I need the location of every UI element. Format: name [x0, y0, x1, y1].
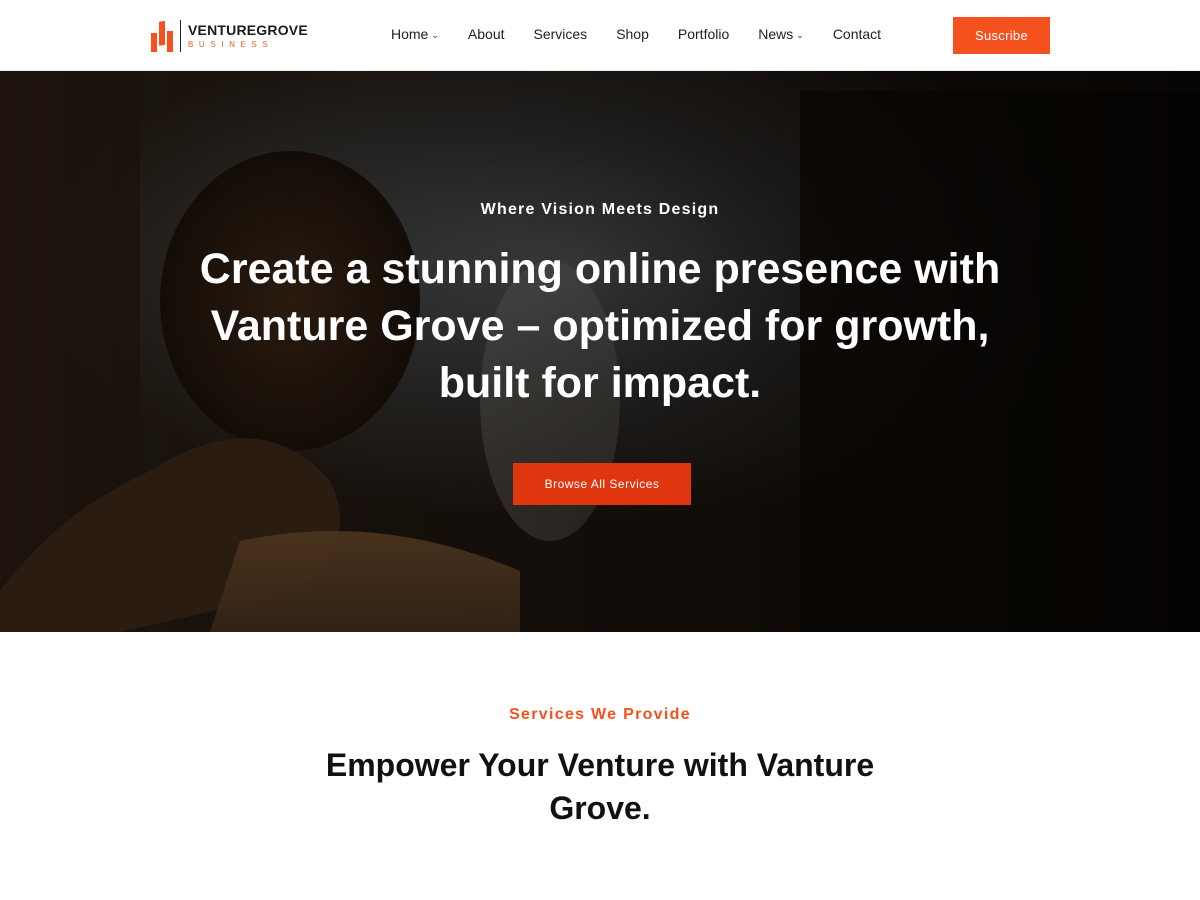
services-eyebrow: Services We Provide	[509, 706, 691, 723]
browse-services-button[interactable]: Browse All Services	[513, 463, 691, 505]
nav-item-contact[interactable]: Contact	[833, 26, 881, 42]
nav-item-news[interactable]: News ⌄	[758, 26, 804, 42]
subscribe-button[interactable]: Suscribe	[953, 17, 1050, 54]
hero-title: Create a stunning online presence with V…	[199, 245, 1001, 407]
logo-text: VENTUREGROVE BUSINESS	[188, 23, 308, 49]
nav-item-home[interactable]: Home ⌄	[391, 26, 439, 42]
nav-item-label: Services	[533, 26, 588, 42]
chevron-down-icon: ⌄	[431, 29, 439, 40]
nav-item-portfolio[interactable]: Portfolio	[678, 26, 729, 42]
nav-item-label: Portfolio	[677, 26, 730, 42]
nav-item-label: Contact	[832, 26, 882, 42]
brand-logo[interactable]: VENTUREGROVE BUSINESS	[150, 17, 308, 55]
nav-item-label: About	[467, 26, 505, 42]
logo-divider	[180, 20, 181, 52]
nav-item-services[interactable]: Services	[534, 26, 588, 42]
hero-section: Where Vision Meets Design Create a stunn…	[0, 71, 1200, 632]
bar-chart-logo-icon	[151, 20, 173, 52]
chevron-down-icon: ⌄	[796, 29, 804, 40]
nav-item-label: News	[758, 26, 794, 42]
nav-item-label: Home	[391, 26, 429, 42]
brand-name: VENTUREGROVE	[188, 22, 308, 38]
nav-item-about[interactable]: About	[468, 26, 505, 42]
hero-eyebrow: Where Vision Meets Design	[480, 201, 720, 218]
main-nav: Home ⌄ About Services Shop Portfolio New…	[391, 24, 881, 44]
nav-item-shop[interactable]: Shop	[616, 26, 649, 42]
brand-tagline: BUSINESS	[188, 40, 274, 49]
services-title: Empower Your Venture with Vanture Grove.	[325, 747, 875, 826]
site-header: VENTUREGROVE BUSINESS Home ⌄ About Servi…	[0, 0, 1200, 71]
nav-item-label: Shop	[616, 26, 649, 42]
